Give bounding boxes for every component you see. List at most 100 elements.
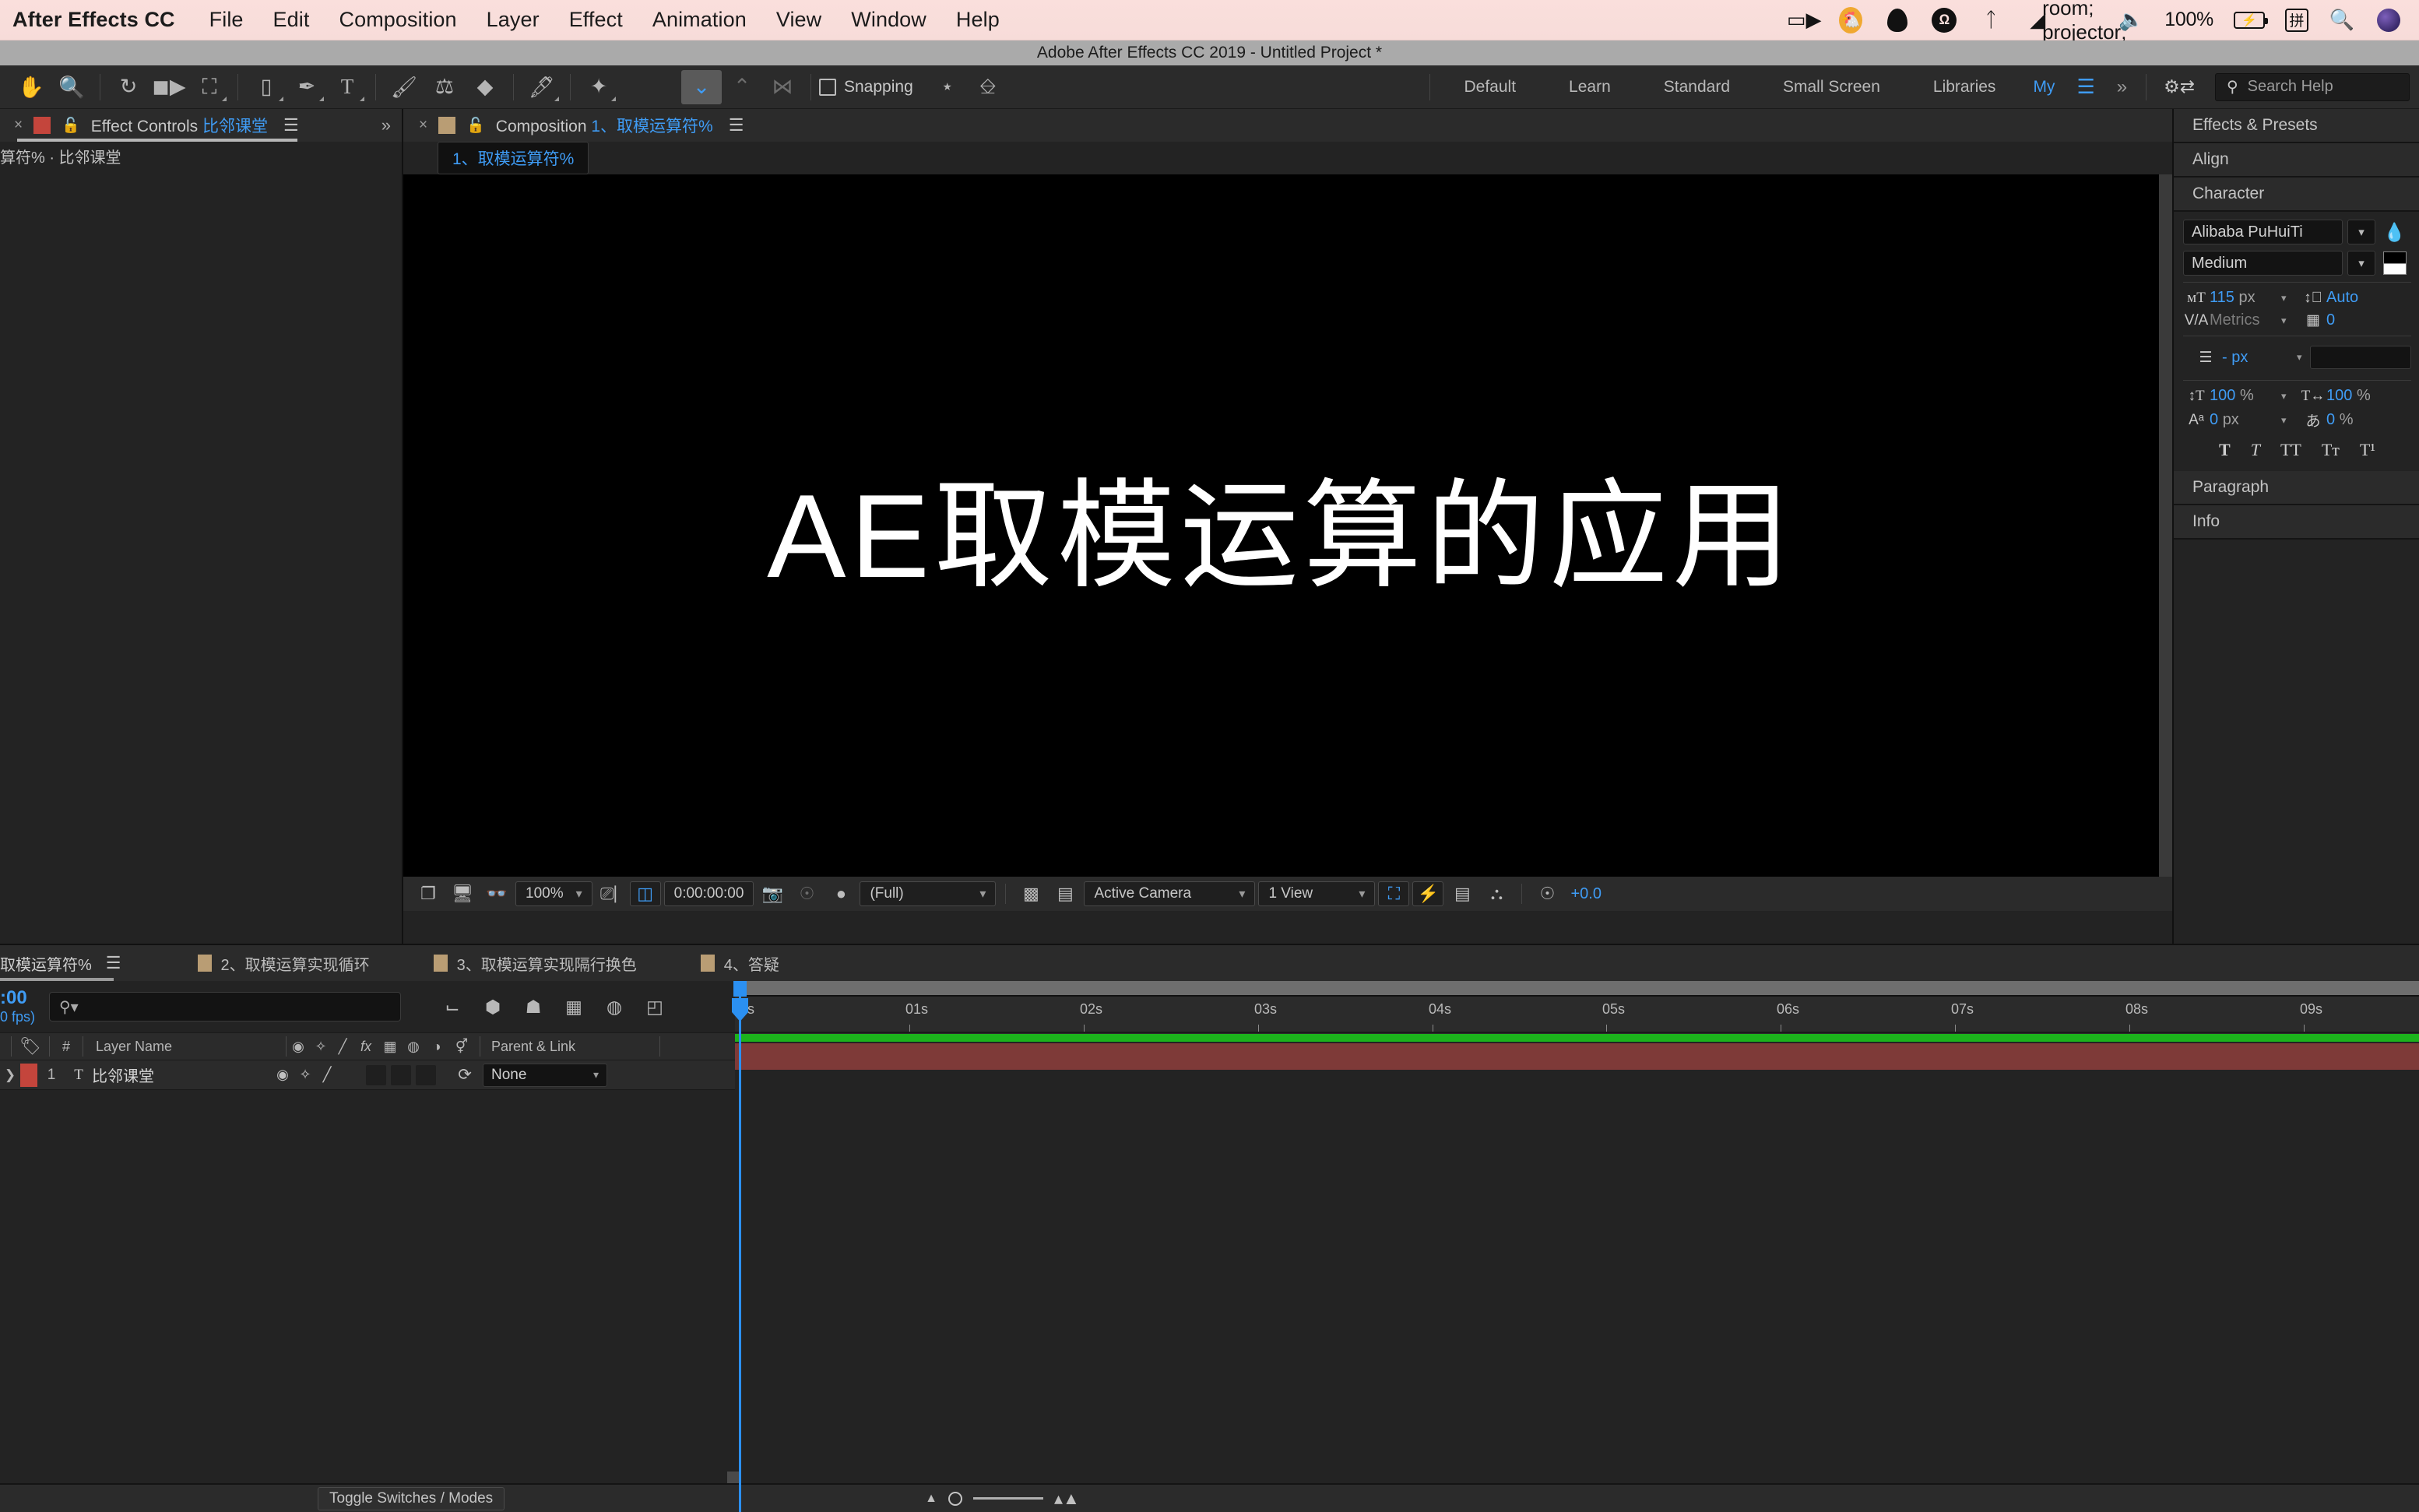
all-caps-button[interactable]: TT <box>2280 440 2301 460</box>
hide-shy-layers-icon[interactable]: ☗ <box>513 992 554 1021</box>
menu-animation[interactable]: Animation <box>652 8 747 32</box>
workspace-default[interactable]: Default <box>1438 78 1543 97</box>
baseline-shift-chevron-down-icon[interactable]: ▾ <box>2281 414 2300 427</box>
menu-view[interactable]: View <box>776 8 821 32</box>
kerning-value[interactable]: Metrics <box>2210 311 2281 329</box>
playhead-line[interactable] <box>732 981 748 1512</box>
small-caps-button[interactable]: Tᴛ <box>2322 440 2340 460</box>
frame-blending-icon[interactable]: ▦ <box>554 992 594 1021</box>
hand-tool-icon[interactable]: ✋ <box>11 70 51 104</box>
menu-effect[interactable]: Effect <box>569 8 623 32</box>
close-x-icon[interactable]: × <box>419 117 427 134</box>
toggle-transparency-grid-icon[interactable]: ▩ <box>1015 881 1046 906</box>
workspace-libraries[interactable]: Libraries <box>1907 78 2023 97</box>
leading-value[interactable]: Auto <box>2326 289 2411 307</box>
view-layout-dropdown[interactable]: 1 View ▾ <box>1258 881 1376 906</box>
panel-menu-icon[interactable]: ☰ <box>729 115 744 135</box>
info-section[interactable]: Info <box>2174 505 2419 540</box>
layer-3d-switch[interactable] <box>416 1064 436 1085</box>
choose-grid-guide-icon[interactable]: ⎚⎜ <box>596 881 627 906</box>
font-size-chevron-down-icon[interactable]: ▾ <box>2281 292 2300 304</box>
menu-composition[interactable]: Composition <box>339 8 456 32</box>
font-family-chevron-down-icon[interactable]: ▾ <box>2347 220 2375 244</box>
layer-motion-blur-switch[interactable] <box>391 1064 411 1085</box>
resolution-dropdown[interactable]: (Full) ▾ <box>860 881 997 906</box>
snap-align-icon[interactable]: ⋆ <box>927 70 968 104</box>
layer-duration-bar[interactable] <box>735 1043 2419 1070</box>
hamburger-menu-icon[interactable]: ☰ <box>2066 75 2105 99</box>
lock-icon[interactable]: 🔓 <box>466 116 485 135</box>
panel-menu-icon[interactable]: ☰ <box>106 953 121 973</box>
brush-tool-icon[interactable]: 🖌 <box>384 70 424 104</box>
timeline-current-time[interactable]: :00 0 fps) <box>0 988 49 1025</box>
pickwhip-icon[interactable]: ⟳ <box>447 1065 483 1085</box>
timeline-tab-4[interactable]: 4、答疑 <box>680 945 800 981</box>
timeline-graph-area[interactable]: 0s 01s 02s 03s 04s 05s 06s 07s 08s 09s <box>732 981 2419 1512</box>
zoom-slider-knob[interactable] <box>948 1491 963 1506</box>
align-section[interactable]: Align <box>2174 143 2419 178</box>
menu-layer[interactable]: Layer <box>487 8 540 32</box>
eraser-tool-icon[interactable]: ◆ <box>465 70 505 104</box>
zoom-slider-track[interactable] <box>973 1497 1044 1500</box>
workspace-standard[interactable]: Standard <box>1637 78 1756 97</box>
puppet-position-pin-icon[interactable]: ⌄ <box>681 69 722 104</box>
toggle-mask-paths-icon[interactable]: ▤ <box>1050 881 1081 906</box>
timeline-track-area[interactable] <box>735 1034 2419 1512</box>
always-preview-icon[interactable]: ❐ <box>413 881 444 906</box>
workspace-learn[interactable]: Learn <box>1542 78 1637 97</box>
user-avatar[interactable] <box>2375 7 2402 33</box>
qq-icon[interactable] <box>1884 7 1911 33</box>
timeline-tab-active[interactable]: 取模运算符% ☰ <box>0 945 142 981</box>
timeline-zoom-scrubber[interactable] <box>735 981 2419 997</box>
timeline-tab-3[interactable]: 3、取模运算实现隔行换色 <box>413 945 657 981</box>
workspace-settings-icon[interactable]: ⚙⇄ <box>2154 76 2204 97</box>
creative-cloud-icon[interactable]: Ω <box>1931 7 1957 33</box>
layer-frame-blend-switch[interactable] <box>366 1064 386 1085</box>
faux-italic-button[interactable]: T <box>2251 440 2260 460</box>
type-tool-icon[interactable]: T <box>327 70 367 104</box>
font-style-chevron-down-icon[interactable]: ▾ <box>2347 251 2375 276</box>
battery-charging-icon[interactable]: ⚡ <box>2234 11 2268 29</box>
menu-app-name[interactable]: After Effects CC <box>12 8 175 32</box>
motion-blur-icon[interactable]: ◍ <box>594 992 635 1021</box>
double-chevron-right-icon[interactable]: » <box>2106 76 2138 98</box>
rooster-icon[interactable]: 🐔 <box>1837 6 1864 33</box>
screen-recording-icon[interactable]: ▭▶ <box>1787 7 1822 33</box>
input-method-icon[interactable]: 拼 <box>2285 8 2308 32</box>
layer-parent-dropdown[interactable]: None ▾ <box>483 1063 607 1087</box>
timeline-icon[interactable]: ▤ <box>1447 881 1478 906</box>
take-snapshot-icon[interactable]: 📷 <box>757 881 788 906</box>
comp-flowchart-icon[interactable]: ⛬ <box>1481 881 1512 906</box>
font-size-value[interactable]: 115 px <box>2210 289 2281 307</box>
double-chevron-right-icon[interactable]: » <box>381 115 402 135</box>
menu-file[interactable]: File <box>209 8 244 32</box>
show-snapshot-icon[interactable]: ☉ <box>791 881 822 906</box>
paragraph-section[interactable]: Paragraph <box>2174 471 2419 505</box>
workspace-small-screen[interactable]: Small Screen <box>1756 78 1907 97</box>
search-help-input[interactable]: ⚲ Search Help <box>2215 72 2410 101</box>
camera-tool-icon[interactable]: ◼▶ <box>149 70 189 104</box>
fast-previews-icon[interactable]: ⚡ <box>1412 881 1444 906</box>
layer-color-swatch[interactable] <box>20 1063 37 1087</box>
panel-menu-icon[interactable]: ☰ <box>283 115 299 135</box>
zoom-tool-icon[interactable]: 🔍 <box>51 70 92 104</box>
region-of-interest-icon[interactable]: ◫ <box>629 881 661 906</box>
character-section[interactable]: Character <box>2174 178 2419 212</box>
zoom-in-icon[interactable]: ▴▲ <box>1054 1489 1080 1509</box>
layer-audio-switch[interactable]: ✧ <box>294 1067 316 1083</box>
vertical-scale-value[interactable]: 100 % <box>2210 387 2281 405</box>
tsume-value[interactable]: 0 % <box>2326 411 2411 429</box>
fill-color-swatch[interactable] <box>2383 251 2407 264</box>
clone-stamp-tool-icon[interactable]: ⚖ <box>424 70 465 104</box>
bluetooth-icon[interactable]: ᛏ <box>1978 7 2004 33</box>
layer-solo-switch[interactable]: ╱ <box>316 1067 338 1083</box>
puppet-overlap-pin-icon[interactable]: ⋈ <box>762 70 803 104</box>
kerning-chevron-down-icon[interactable]: ▾ <box>2281 315 2300 327</box>
playhead-top-handle[interactable] <box>733 981 747 997</box>
layer-video-switch[interactable]: ◉ <box>271 1067 294 1083</box>
camera-view-dropdown[interactable]: Active Camera ▾ <box>1084 881 1256 906</box>
menu-edit[interactable]: Edit <box>273 8 310 32</box>
vertical-scale-chevron-down-icon[interactable]: ▾ <box>2281 390 2300 403</box>
close-x-icon[interactable]: × <box>14 117 23 134</box>
main-viewer-icon[interactable]: 🖥 <box>447 881 478 906</box>
